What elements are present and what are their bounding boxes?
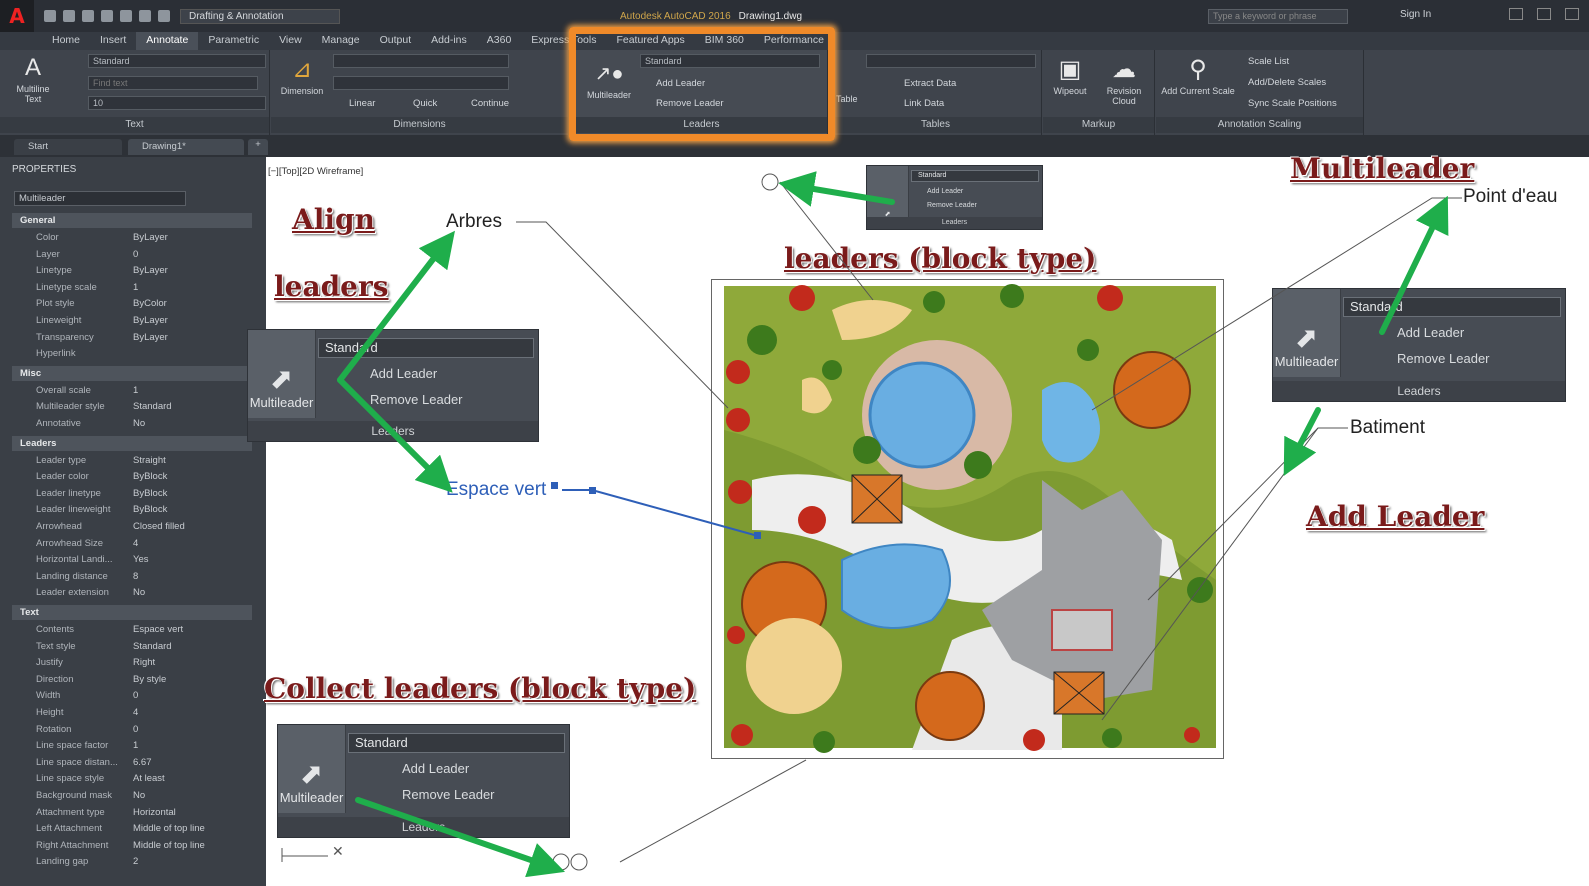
leader-circles (552, 173, 779, 871)
leader-lines (281, 181, 1462, 863)
green-arrows (337, 171, 1449, 878)
selected-leader (551, 482, 761, 539)
ucs-x-icon: ✕ (332, 843, 344, 859)
autocad-window: A Drafting & Annotation Autodesk AutoCAD… (0, 0, 1589, 886)
overlay-graphics: ✕ (281, 171, 1462, 878)
